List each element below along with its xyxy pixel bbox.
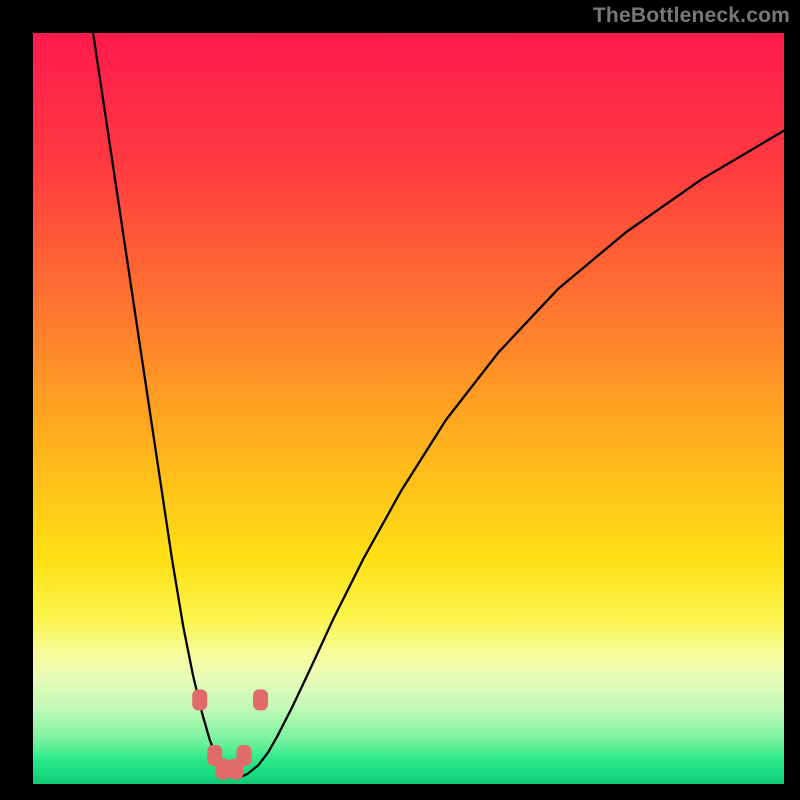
- curve-marker: [253, 689, 268, 710]
- gradient-background: [33, 33, 784, 784]
- plot-area: [33, 33, 784, 784]
- curve-marker: [216, 758, 231, 779]
- curve-marker: [192, 689, 207, 710]
- chart-frame: TheBottleneck.com: [0, 0, 800, 800]
- plot-svg: [33, 33, 784, 784]
- curve-marker: [237, 745, 252, 766]
- watermark-text: TheBottleneck.com: [593, 4, 790, 28]
